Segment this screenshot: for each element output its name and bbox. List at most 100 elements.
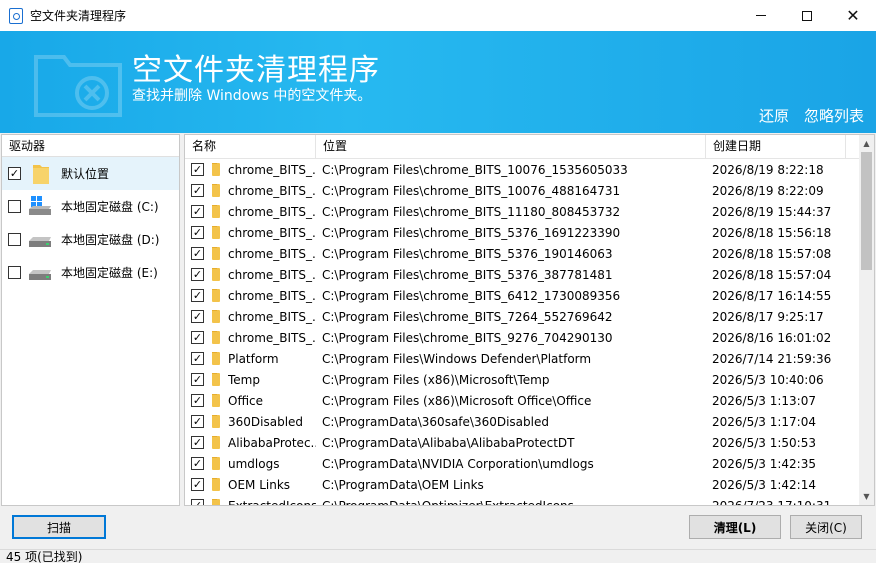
folder-icon <box>212 351 220 365</box>
row-checkbox[interactable]: ✓ <box>191 352 204 365</box>
name-cell: ✓ umdlogs <box>185 456 316 471</box>
row-checkbox[interactable]: ✓ <box>191 436 204 449</box>
close-button[interactable]: 关闭(C) <box>790 515 862 539</box>
drives-pane: 驱动器 ✓ 默认位置 本地固定磁盘 (C:) 本地固定磁盘 (D:) 本地固定磁盘 (E… <box>1 134 180 506</box>
path-cell: C:\Program Files\chrome_BITS_10076_48816… <box>322 183 621 198</box>
table-row[interactable]: ✓ OEM Links C:\ProgramData\OEM Links 2026/5… <box>185 474 861 495</box>
name-cell: ✓ chrome_BITS_... <box>185 330 316 345</box>
window-title: 空文件夹清理程序 <box>30 9 127 23</box>
name-cell: ✓ chrome_BITS_... <box>185 246 316 261</box>
folder-name: Office <box>228 393 264 408</box>
title-bar: 空文件夹清理程序 ✕ <box>0 0 876 31</box>
drives-header: 驱动器 <box>2 135 179 157</box>
name-cell: ✓ chrome_BITS_... <box>185 204 316 219</box>
row-checkbox[interactable]: ✓ <box>191 163 204 176</box>
empty-folder-list: 名称 位置 创建日期 ✓ chrome_BITS_... C:\Program Fi… <box>184 134 875 506</box>
row-checkbox[interactable]: ✓ <box>191 478 204 491</box>
column-header-date[interactable]: 创建日期 <box>706 135 846 159</box>
drive-checkbox[interactable]: ✓ <box>8 167 21 180</box>
folder-name: chrome_BITS_... <box>228 267 316 282</box>
table-row[interactable]: ✓ chrome_BITS_... C:\Program Files\chrome_… <box>185 243 861 264</box>
drive-item[interactable]: 本地固定磁盘 (E:) <box>2 256 179 289</box>
row-checkbox[interactable]: ✓ <box>191 457 204 470</box>
folder-name: ExtractedIcons <box>228 498 316 506</box>
minimize-icon <box>756 15 766 16</box>
path-cell: C:\ProgramData\Alibaba\AlibabaProtectDT <box>322 435 575 450</box>
drive-item[interactable]: 本地固定磁盘 (C:) <box>2 190 179 223</box>
row-checkbox[interactable]: ✓ <box>191 310 204 323</box>
drive-checkbox[interactable] <box>8 266 21 279</box>
row-checkbox[interactable]: ✓ <box>191 499 204 505</box>
path-cell: C:\Program Files\chrome_BITS_7264_552769… <box>322 309 613 324</box>
date-cell: 2026/8/18 15:57:04 <box>712 267 832 282</box>
scan-button[interactable]: 扫描 <box>12 515 106 539</box>
date-cell: 2026/7/14 21:59:36 <box>712 351 832 366</box>
table-row[interactable]: ✓ AlibabaProtec... C:\ProgramData\Alibaba\… <box>185 432 861 453</box>
row-checkbox[interactable]: ✓ <box>191 289 204 302</box>
row-checkbox[interactable]: ✓ <box>191 394 204 407</box>
name-cell: ✓ chrome_BITS_... <box>185 162 316 177</box>
folder-name: 360Disabled <box>228 414 304 429</box>
path-cell: C:\Program Files\chrome_BITS_5376_387781… <box>322 267 613 282</box>
folder-icon <box>212 309 220 323</box>
row-checkbox[interactable]: ✓ <box>191 331 204 344</box>
drive-checkbox[interactable] <box>8 233 21 246</box>
name-cell: ✓ AlibabaProtec... <box>185 435 316 450</box>
table-row[interactable]: ✓ chrome_BITS_... C:\Program Files\chrome_… <box>185 222 861 243</box>
scroll-down-icon[interactable]: ▼ <box>859 488 874 505</box>
folder-icon <box>212 414 220 428</box>
date-cell: 2026/5/3 1:13:07 <box>712 393 816 408</box>
table-row[interactable]: ✓ 360Disabled C:\ProgramData\360safe\360Di… <box>185 411 861 432</box>
ignore-list-link[interactable]: 忽略列表 <box>804 105 864 126</box>
table-row[interactable]: ✓ Temp C:\Program Files (x86)\Microsoft\Te… <box>185 369 861 390</box>
scroll-thumb[interactable] <box>861 152 872 270</box>
row-checkbox[interactable]: ✓ <box>191 415 204 428</box>
date-cell: 2026/5/3 1:17:04 <box>712 414 816 429</box>
maximize-button[interactable] <box>784 0 830 31</box>
table-row[interactable]: ✓ chrome_BITS_... C:\Program Files\chrome_… <box>185 264 861 285</box>
table-row[interactable]: ✓ chrome_BITS_... C:\Program Files\chrome_… <box>185 159 861 180</box>
table-row[interactable]: ✓ chrome_BITS_... C:\Program Files\chrome_… <box>185 201 861 222</box>
path-cell: C:\Program Files\Windows Defender\Platfo… <box>322 351 592 366</box>
drive-item[interactable]: ✓ 默认位置 <box>2 157 179 190</box>
table-row[interactable]: ✓ Platform C:\Program Files\Windows Defend… <box>185 348 861 369</box>
drive-checkbox[interactable] <box>8 200 21 213</box>
row-checkbox[interactable]: ✓ <box>191 184 204 197</box>
restore-link[interactable]: 还原 <box>759 105 789 126</box>
row-checkbox[interactable]: ✓ <box>191 247 204 260</box>
table-row[interactable]: ✓ Office C:\Program Files (x86)\Microsoft … <box>185 390 861 411</box>
minimize-button[interactable] <box>738 0 784 31</box>
folder-name: chrome_BITS_... <box>228 309 316 324</box>
table-row[interactable]: ✓ chrome_BITS_... C:\Program Files\chrome_… <box>185 306 861 327</box>
folder-icon <box>212 204 220 218</box>
clean-button[interactable]: 清理(L) <box>689 515 781 539</box>
date-cell: 2026/8/17 16:14:55 <box>712 288 832 303</box>
table-row[interactable]: ✓ ExtractedIcons C:\ProgramData\Optimizer\… <box>185 495 861 506</box>
drive-icon <box>27 228 55 252</box>
folder-name: umdlogs <box>228 456 280 471</box>
row-checkbox[interactable]: ✓ <box>191 268 204 281</box>
column-header-name[interactable]: 名称 <box>185 135 316 159</box>
window-controls: ✕ <box>738 0 876 31</box>
folder-icon <box>212 225 220 239</box>
folder-icon <box>212 477 220 491</box>
drive-list: ✓ 默认位置 本地固定磁盘 (C:) 本地固定磁盘 (D:) 本地固定磁盘 (E:) <box>2 157 179 289</box>
name-cell: ✓ 360Disabled <box>185 414 316 429</box>
row-checkbox[interactable]: ✓ <box>191 373 204 386</box>
vertical-scrollbar[interactable]: ▲ ▼ <box>859 135 874 505</box>
drive-item[interactable]: 本地固定磁盘 (D:) <box>2 223 179 256</box>
column-header-path[interactable]: 位置 <box>316 135 706 159</box>
row-checkbox[interactable]: ✓ <box>191 205 204 218</box>
table-row[interactable]: ✓ chrome_BITS_... C:\Program Files\chrome_… <box>185 180 861 201</box>
drive-label: 本地固定磁盘 (E:) <box>61 266 158 280</box>
table-row[interactable]: ✓ chrome_BITS_... C:\Program Files\chrome_… <box>185 285 861 306</box>
table-row[interactable]: ✓ chrome_BITS_... C:\Program Files\chrome_… <box>185 327 861 348</box>
date-cell: 2026/5/3 1:50:53 <box>712 435 816 450</box>
folder-icon <box>212 162 220 176</box>
close-window-button[interactable]: ✕ <box>830 0 876 31</box>
table-row[interactable]: ✓ umdlogs C:\ProgramData\NVIDIA Corporatio… <box>185 453 861 474</box>
row-checkbox[interactable]: ✓ <box>191 226 204 239</box>
path-cell: C:\ProgramData\Optimizer\ExtractedIcons <box>322 498 574 506</box>
scroll-up-icon[interactable]: ▲ <box>859 135 874 152</box>
name-cell: ✓ Temp <box>185 372 316 387</box>
